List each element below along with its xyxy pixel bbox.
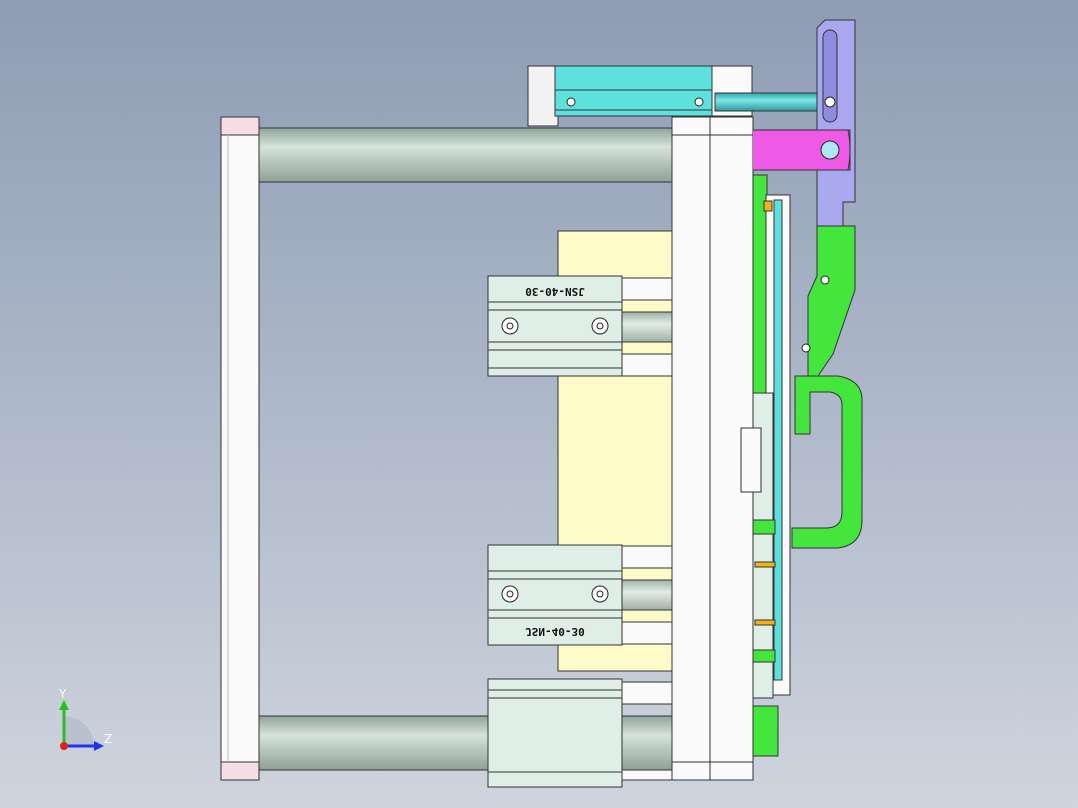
upper-cylinder[interactable]: JSN-40-30: [487, 275, 623, 377]
upper-tie-bar[interactable]: [258, 127, 675, 183]
adjust-link[interactable]: [816, 19, 856, 227]
left-platen[interactable]: [220, 116, 260, 781]
cad-viewport[interactable]: JSN-40-30 JSN-40-30 Y Z: [0, 0, 1078, 808]
axis-triad: Y Z: [58, 687, 112, 751]
upper-cylinder-label: JSN-40-30: [525, 285, 585, 298]
origin-icon: [60, 742, 68, 750]
assembly-drawing[interactable]: JSN-40-30 JSN-40-30 Y Z: [0, 0, 1078, 808]
lower-cylinder[interactable]: JSN-40-30: [487, 544, 623, 646]
bolt-head: [501, 585, 519, 603]
clamp-bracket[interactable]: [752, 129, 851, 171]
bottom-block[interactable]: [487, 678, 623, 788]
bolt-head: [501, 317, 519, 335]
bolt-head: [591, 317, 609, 335]
lever-arm[interactable]: [791, 225, 863, 549]
bolt-head: [591, 585, 609, 603]
lower-cylinder-label: JSN-40-30: [525, 625, 585, 638]
z-axis-label: Z: [104, 732, 112, 746]
y-axis-label: Y: [58, 687, 67, 701]
